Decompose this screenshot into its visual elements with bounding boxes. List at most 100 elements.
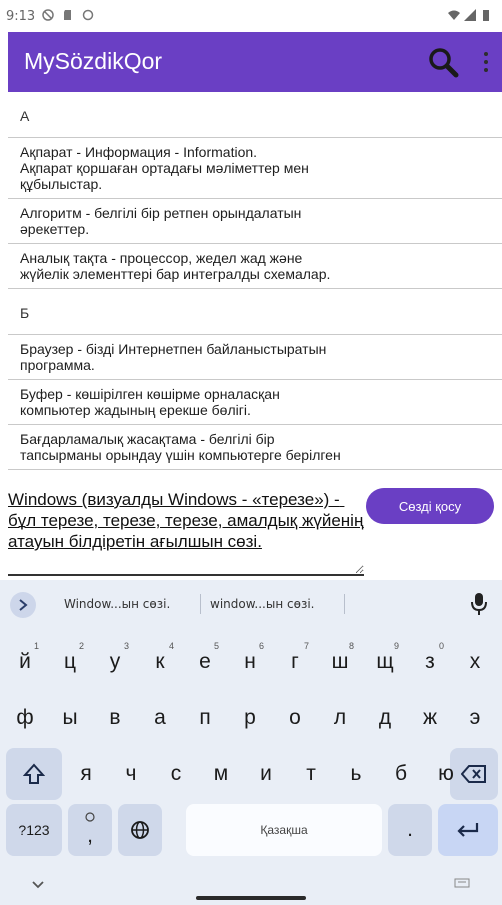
app-bar: MySözdikQor [8,32,502,92]
signal-icon [464,9,476,21]
key-letter[interactable]: в [95,692,135,744]
key-letter[interactable]: к4 [140,636,180,688]
status-notification-icons [42,9,94,21]
key-label: н [244,650,256,673]
mic-button[interactable] [470,592,488,616]
key-hint: 2 [78,641,84,651]
key-letter[interactable]: у3 [95,636,135,688]
key-letter[interactable]: с [156,748,196,800]
list-item-line: Бағдарламалық жасақтама - белгілі бір [20,431,275,447]
suggestion-bar: Window...ын сөзі. window...ын сөзі. [0,580,502,628]
list-item[interactable]: Аналық тақта - процессор, жедел жад және… [8,244,502,289]
mic-icon [471,593,487,615]
section-header: Б [8,289,502,335]
key-letter[interactable]: й1 [5,636,45,688]
key-label: ц [63,650,77,673]
language-key[interactable] [118,804,162,856]
search-button[interactable] [426,45,460,79]
key-letter[interactable]: ю [426,748,466,800]
status-bar: 9:13 [0,0,502,32]
list-item[interactable]: Ақпарат - Информация - Information. Ақпа… [8,138,502,199]
suggestion-1[interactable]: Window...ын сөзі. [64,597,170,611]
chevron-right-icon [19,599,28,611]
list-item-line: Браузер - бізді Интернетпен байланыстыра… [20,341,327,357]
key-letter[interactable]: б [381,748,421,800]
enter-key[interactable] [438,804,498,856]
key-label: к [155,650,165,673]
suggestion-2[interactable]: window...ын сөзі. [210,597,314,611]
home-handle[interactable] [196,896,306,900]
app-title: MySözdikQor [24,48,163,74]
key-letter[interactable]: и [246,748,286,800]
chevron-down-icon[interactable] [30,879,46,891]
list-item-line: Аналық тақта - процессор, жедел жад және [20,250,303,266]
add-word-button[interactable]: Сөзді қосу [366,488,494,524]
expand-toolbar-button[interactable] [10,592,36,618]
key-label: щ [376,650,394,673]
space-key[interactable]: Қазақша [186,804,382,856]
word-input[interactable] [8,488,364,576]
list-item[interactable]: Бағдарламалық жасақтама - белгілі бір та… [8,425,502,470]
key-letter[interactable]: щ9 [365,636,405,688]
key-hint: 0 [438,641,444,651]
key-letter[interactable]: г7 [275,636,315,688]
divider [200,594,201,614]
key-letter[interactable]: о [275,692,315,744]
key-letter[interactable]: з0 [410,636,450,688]
key-hint: 6 [258,641,264,651]
key-label: й [19,650,31,673]
entry-area: Сөзді қосу [8,488,502,580]
key-letter[interactable]: м [201,748,241,800]
key-letter[interactable]: ц2 [50,636,90,688]
list-item-line: Буфер - көшірілген көшірме орналасқан [20,386,280,402]
key-letter[interactable]: е5 [185,636,225,688]
key-letter[interactable]: ж [410,692,450,744]
divider [344,594,345,614]
globe-icon [131,821,149,839]
overflow-menu-button[interactable] [482,50,490,74]
key-letter[interactable]: л [320,692,360,744]
list-item[interactable]: Буфер - көшірілген көшірме орналасқан ко… [8,380,502,425]
symbols-key[interactable]: ?123 [6,804,62,856]
key-letter[interactable]: я [66,748,106,800]
key-hint: 8 [348,641,354,651]
list-item[interactable]: Браузер - бізді Интернетпен байланыстыра… [8,335,502,380]
key-letter[interactable]: ф [5,692,45,744]
comma-key[interactable]: , [68,804,112,856]
key-letter[interactable]: ы [50,692,90,744]
word-list[interactable]: А Ақпарат - Информация - Information. Ақ… [8,92,502,488]
enter-icon [457,823,479,837]
key-letter[interactable]: р [230,692,270,744]
keyboard: Window...ын сөзі. window...ын сөзі. й1ц2… [0,580,502,905]
key-letter[interactable]: э [455,692,495,744]
shift-key[interactable] [6,748,62,800]
key-letter[interactable]: н6 [230,636,270,688]
key-letter[interactable]: т [291,748,331,800]
wifi-icon [448,10,460,20]
key-letter[interactable]: а [140,692,180,744]
key-label: е [199,650,211,673]
key-letter[interactable]: п [185,692,225,744]
key-letter[interactable]: ь [336,748,376,800]
key-hint: 4 [168,641,174,651]
list-item-line: әрекеттер. [20,221,90,237]
navigation-bar [0,875,502,905]
key-label: х [469,650,481,673]
key-hint: 5 [213,641,219,651]
shift-icon [23,763,45,784]
keyboard-switch-icon[interactable] [454,877,470,889]
period-key[interactable]: . [388,804,432,856]
key-letter[interactable]: д [365,692,405,744]
list-item-line: Алгоритм - белгілі бір ретпен орындалаты… [20,205,302,221]
key-label: з [425,650,435,673]
list-item[interactable]: Алгоритм - белгілі бір ретпен орындалаты… [8,199,502,244]
key-letter[interactable]: х [455,636,495,688]
dnd-icon [42,9,54,21]
sd-card-icon [64,10,71,20]
section-header: А [8,92,502,138]
key-hint: 7 [303,641,309,651]
list-item-line: Ақпарат қоршаған ортадағы мәліметтер мен [20,160,309,176]
key-letter[interactable]: ш8 [320,636,360,688]
key-hint: 9 [393,641,399,651]
key-letter[interactable]: ч [111,748,151,800]
